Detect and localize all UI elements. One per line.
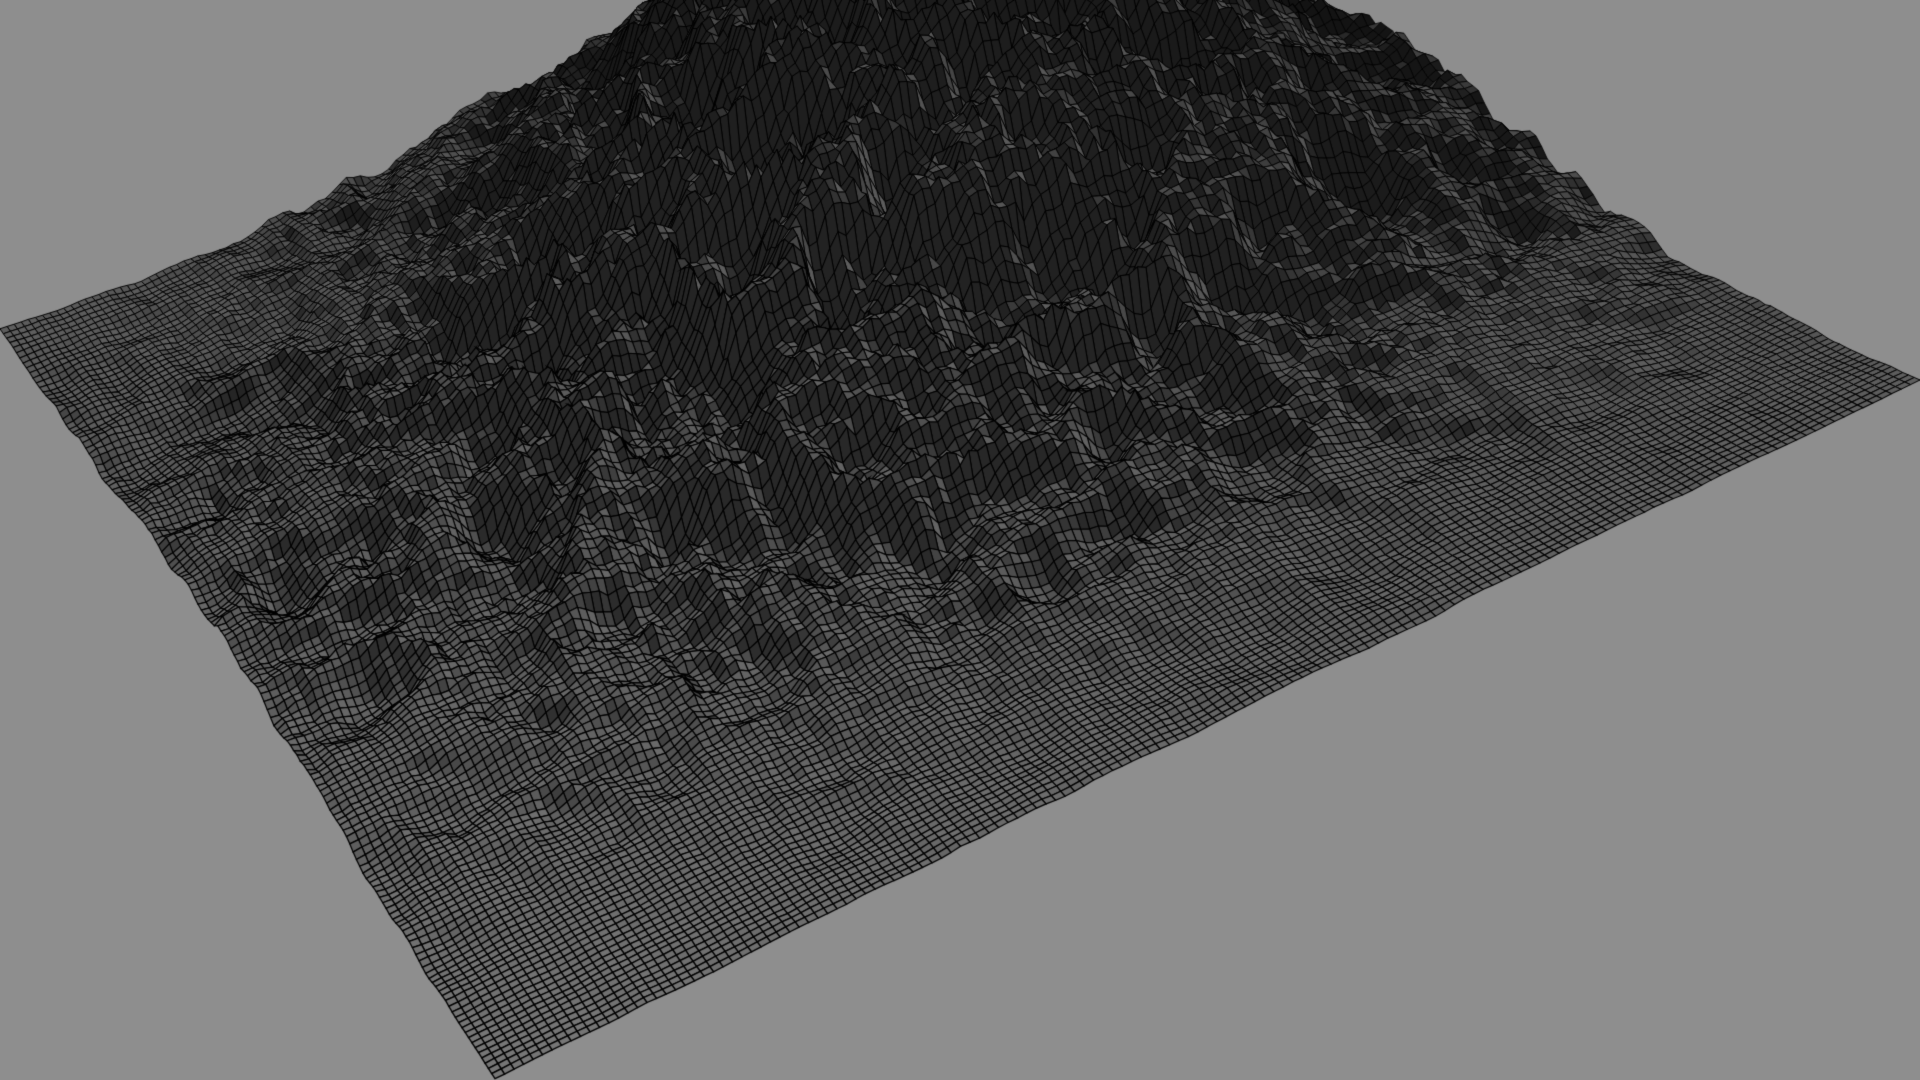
wireframe-terrain-mesh: [0, 0, 1920, 1080]
3d-viewport[interactable]: [0, 0, 1920, 1080]
